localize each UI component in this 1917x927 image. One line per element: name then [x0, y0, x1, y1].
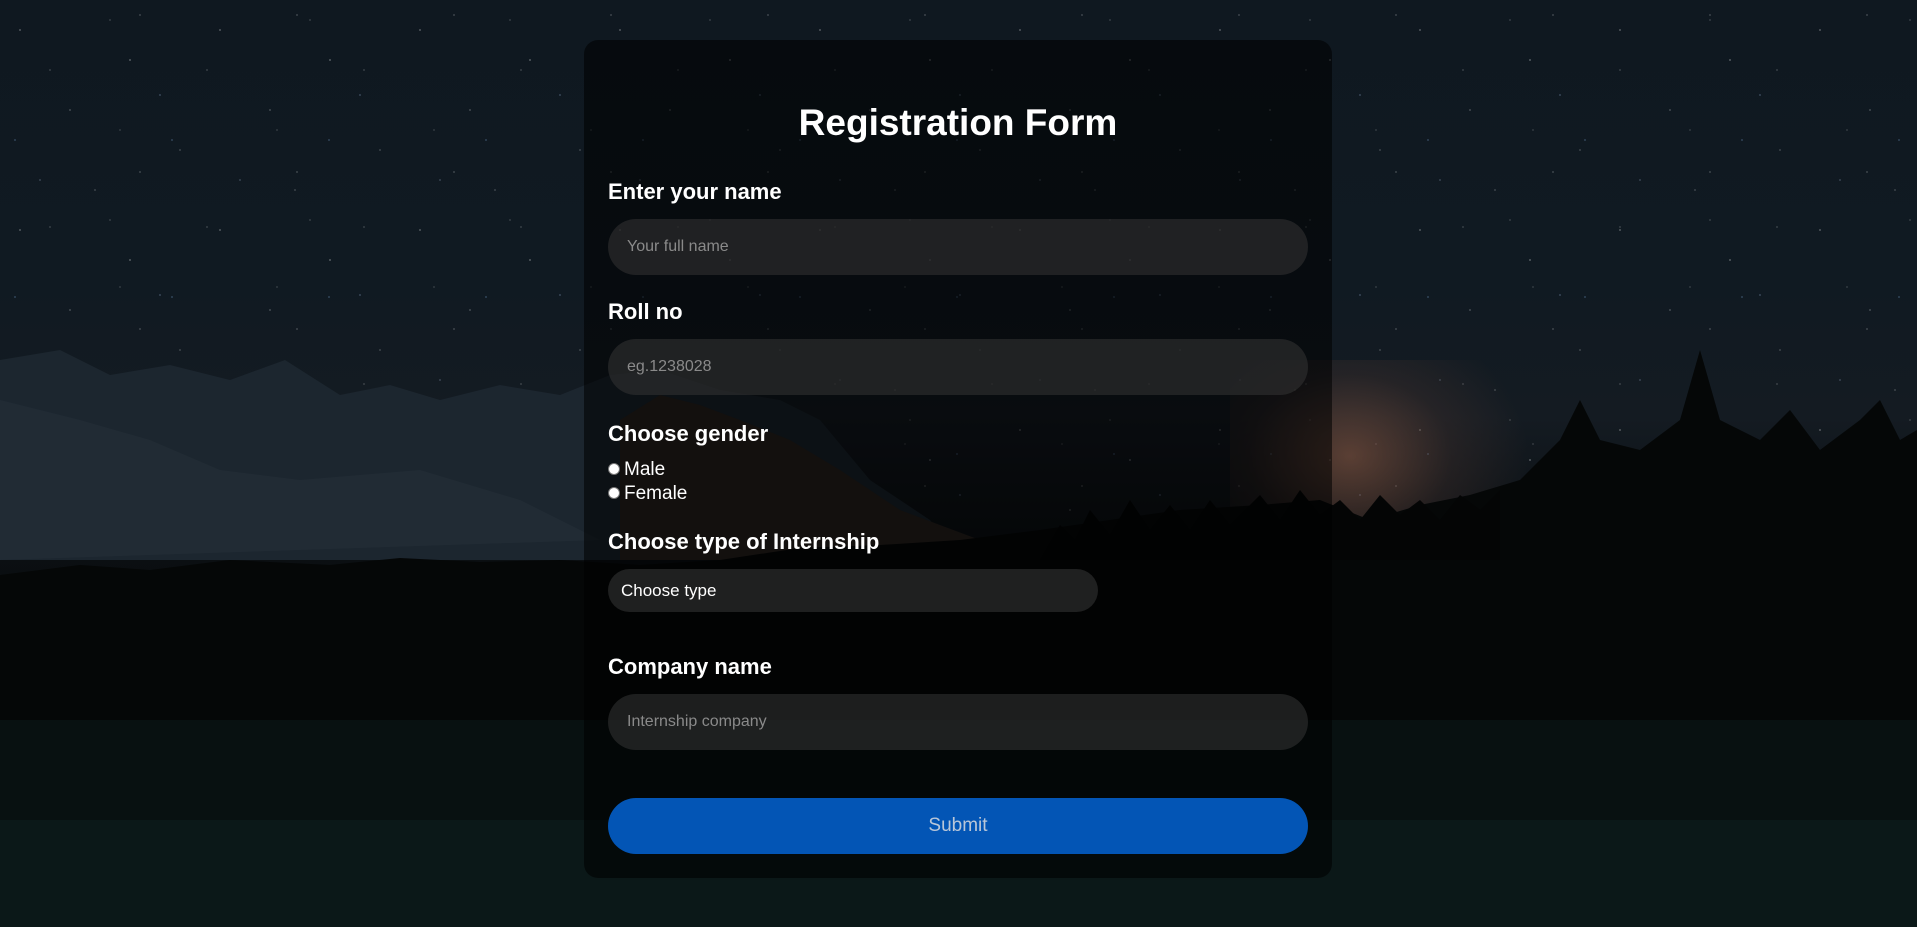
male-radio-label: Male [624, 459, 666, 480]
name-input[interactable] [608, 219, 1308, 275]
internship-type-select[interactable]: Choose type [608, 569, 1098, 612]
registration-form: Registration Form Enter your name Roll n… [584, 40, 1332, 878]
company-input[interactable] [608, 694, 1308, 750]
male-radio-button[interactable] [608, 462, 620, 475]
submit-button-label: Submit [928, 815, 988, 836]
internship-type-selected-value: Choose type [621, 580, 717, 600]
gender-label: Choose gender [608, 421, 769, 446]
submit-button[interactable]: Submit [608, 798, 1308, 854]
roll-input[interactable] [608, 339, 1308, 395]
form-title: Registration Form [798, 102, 1118, 143]
company-label: Company name [608, 654, 772, 679]
roll-label: Roll no [608, 299, 683, 324]
gender-option-female[interactable]: Female [608, 483, 687, 505]
female-radio-button[interactable] [608, 486, 620, 499]
internship-label: Choose type of Internship [608, 529, 880, 554]
female-radio-label: Female [624, 483, 688, 504]
name-label: Enter your name [608, 179, 782, 204]
gender-option-male[interactable]: Male [608, 459, 665, 481]
